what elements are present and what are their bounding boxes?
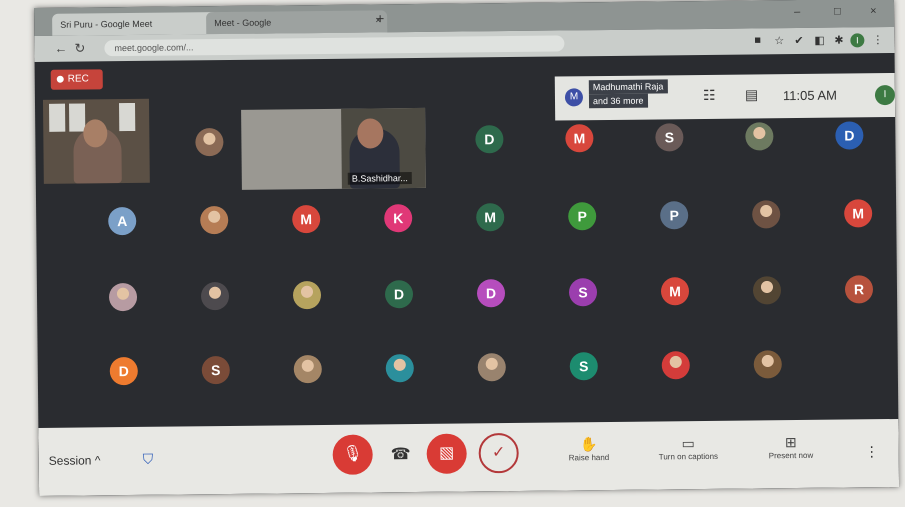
participant-initial-tile[interactable]: P (660, 201, 689, 230)
new-tab-icon[interactable]: + (376, 10, 384, 26)
browser-tab-second[interactable]: Meet - Google × (206, 10, 388, 35)
hand-icon: ✋ (580, 436, 598, 453)
record-dot-icon (56, 75, 64, 83)
browser-tab-meet[interactable]: Sri Puru - Google Meet × (52, 12, 219, 36)
mic-off-icon: 🎙 (342, 445, 363, 463)
tab-title: Meet - Google (214, 17, 272, 29)
participant-photo-tile[interactable] (477, 353, 506, 382)
participant-initial-tile[interactable]: D (835, 121, 864, 150)
user-avatar[interactable]: I (874, 84, 896, 106)
participant-photo-tile[interactable] (661, 351, 690, 380)
head-shape (83, 119, 108, 148)
mic-off-button[interactable]: 🎙 (332, 434, 373, 475)
participant-initial-tile[interactable]: P (568, 202, 597, 231)
participant-photo-tile[interactable] (745, 122, 774, 151)
people-icon[interactable]: ☷ (703, 87, 716, 104)
window-shape (69, 103, 86, 132)
participant-initial-tile[interactable]: M (660, 277, 690, 306)
participant-initial-tile[interactable]: M (844, 199, 873, 228)
maximize-icon[interactable]: □ (834, 6, 841, 18)
minimize-icon[interactable]: – (794, 6, 800, 18)
captions-icon: ▭ (681, 435, 695, 452)
menu-icon[interactable]: ⋮ (872, 33, 883, 46)
back-icon[interactable]: ← (54, 41, 67, 56)
participant-photo-tile[interactable] (200, 205, 229, 235)
participant-initial-tile[interactable]: R (844, 275, 874, 304)
hang-up-icon[interactable]: ☎ (391, 444, 411, 464)
participant-photo-tile[interactable] (195, 128, 224, 157)
captions-label: Turn on captions (658, 451, 719, 462)
recording-label: REC (67, 73, 89, 85)
participant-initial-tile[interactable]: D (476, 279, 506, 308)
camera-off-button[interactable]: ▧ (426, 433, 467, 474)
video-tile-self (42, 98, 150, 184)
tab-title: Sri Puru - Google Meet (60, 18, 153, 30)
participant-photo-tile[interactable] (752, 276, 782, 305)
present-icon: ⊞ (784, 434, 797, 451)
check-icon: ✓ (491, 444, 506, 462)
participant-photo-tile[interactable] (108, 282, 138, 312)
participant-more: and 36 more (588, 93, 648, 109)
recording-badge: REC (50, 69, 103, 90)
refresh-icon[interactable]: ↻ (74, 40, 85, 56)
participant-avatar: M (564, 88, 584, 107)
present-label: Present now (768, 450, 814, 461)
more-options-icon[interactable]: ⋮ (865, 443, 879, 460)
extension-icon[interactable]: ■ (754, 34, 761, 46)
meeting-info-bar: M Madhumathi Raja and 36 more ☷ ▤ 11:05 … (554, 72, 896, 121)
participant-photo-tile[interactable] (292, 281, 322, 310)
participant-initial-tile[interactable]: S (569, 352, 598, 381)
bookmark-star-icon[interactable]: ☆ (774, 34, 784, 47)
checkmark-extension-icon[interactable]: ✔ (794, 34, 803, 47)
puzzle-icon[interactable]: ◧ (814, 34, 825, 47)
window-shape (119, 102, 136, 132)
chevron-up-icon: ^ (94, 453, 101, 468)
participant-initial-tile[interactable]: A (108, 206, 137, 236)
participant-photo-tile[interactable] (293, 355, 322, 384)
url-field[interactable]: meet.google.com/... (104, 35, 565, 57)
participant-photo-tile[interactable] (753, 350, 782, 379)
camera-off-icon: ▧ (439, 444, 455, 462)
confirm-button[interactable]: ✓ (478, 432, 519, 474)
captions-button[interactable]: ▭ Turn on captions (658, 435, 719, 462)
participant-name: Madhumathi Raja (588, 79, 668, 95)
meeting-controls: Session ^ ⛉ 🎙 ☎ ▧ ✓ ✋ Raise hand ▭ Turn on… (38, 418, 900, 496)
shield-icon[interactable]: ⛉ (143, 451, 154, 468)
clock: 11:05 AM (782, 87, 838, 104)
participant-initial-tile[interactable]: D (109, 356, 138, 386)
pin-icon[interactable]: ✱ (834, 34, 843, 47)
participant-initial-tile[interactable]: K (384, 204, 413, 233)
meet-window: Sri Puru - Google Meet × Meet - Google ×… (34, 0, 900, 496)
participant-initial-tile[interactable]: S (201, 355, 230, 385)
window-shape (49, 103, 66, 132)
participant-initial-tile[interactable]: S (568, 278, 598, 307)
participant-initial-tile[interactable]: D (384, 280, 414, 309)
participant-initial-tile[interactable]: M (476, 203, 505, 232)
participant-initial-tile[interactable]: M (565, 124, 594, 153)
raise-hand-label: Raise hand (568, 453, 610, 463)
participant-photo-tile[interactable] (200, 281, 230, 311)
participant-photo-tile[interactable] (385, 354, 414, 383)
session-button[interactable]: Session ^ (49, 453, 101, 468)
participant-initial-tile[interactable]: S (655, 123, 684, 152)
video-tile-speaker: B.Sashidhar... (241, 107, 426, 190)
participant-initial-tile[interactable]: D (475, 125, 504, 154)
url-text: meet.google.com/... (114, 42, 194, 54)
session-label: Session (48, 453, 92, 468)
raise-hand-button[interactable]: ✋ Raise hand (569, 436, 610, 462)
speaker-name: B.Sashidhar... (347, 172, 412, 185)
head-shape (357, 118, 384, 149)
close-window-icon[interactable]: × (870, 5, 877, 17)
participant-initial-tile[interactable]: M (292, 205, 321, 234)
present-now-button[interactable]: ⊞ Present now (769, 434, 814, 460)
profile-icon[interactable]: I (850, 33, 865, 48)
participant-photo-tile[interactable] (752, 200, 781, 229)
chat-icon[interactable]: ▤ (745, 86, 758, 103)
